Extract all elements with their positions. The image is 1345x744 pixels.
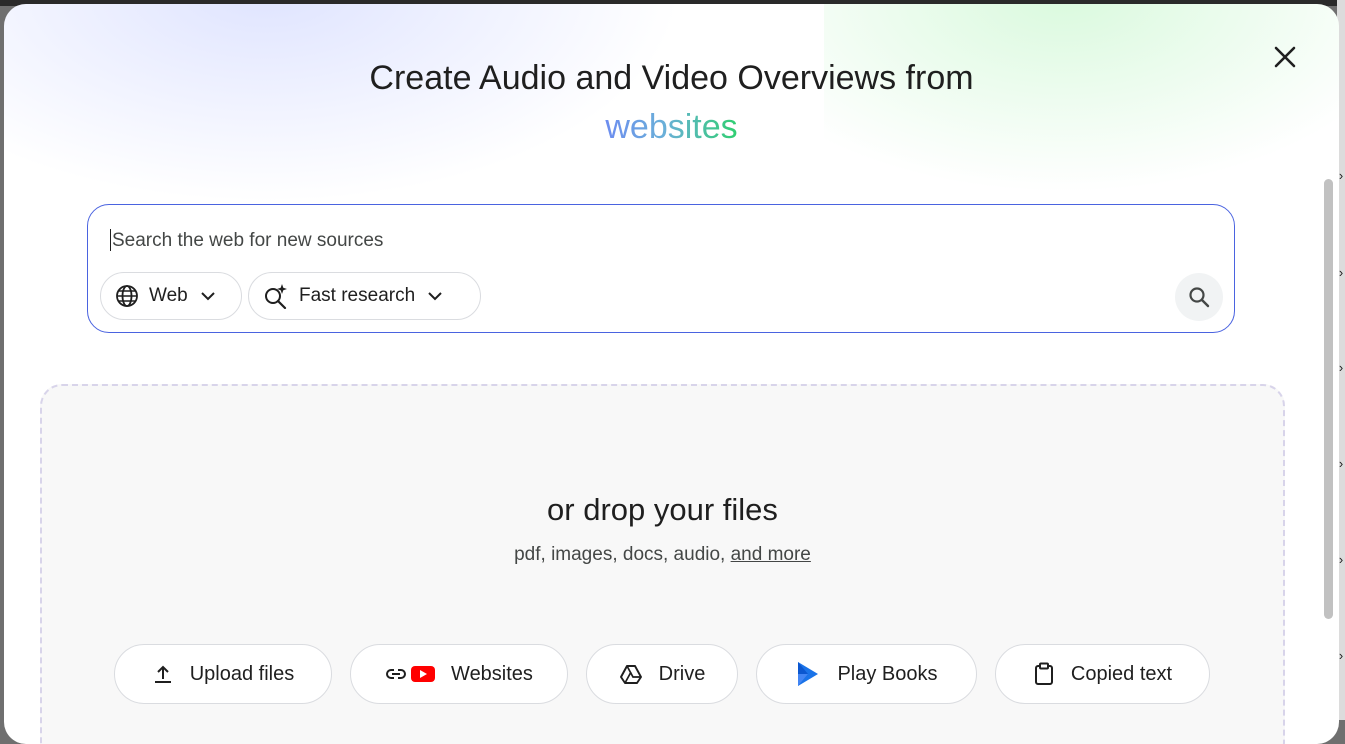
sparkle-search-icon [265, 284, 287, 309]
decorative-glow [4, 4, 684, 204]
copied-text-button[interactable]: Copied text [995, 644, 1210, 704]
upload-files-button[interactable]: Upload files [114, 644, 332, 704]
clipboard-icon [1033, 662, 1055, 686]
upload-files-label: Upload files [189, 662, 295, 685]
source-type-label: Web [149, 285, 188, 306]
drop-zone-subtitle: pdf, images, docs, audio, and more [42, 544, 1283, 566]
drop-zone-title: or drop your files [547, 492, 778, 527]
research-mode-label: Fast research [299, 285, 416, 306]
dialog-title: Create Audio and Video Overviews from [369, 59, 974, 97]
drive-label: Drive [658, 662, 706, 685]
link-youtube-icon [385, 663, 436, 685]
drive-icon [619, 663, 643, 685]
search-input[interactable] [110, 225, 1174, 257]
dialog-scrollbar[interactable] [1324, 179, 1333, 619]
play-books-label: Play Books [837, 662, 938, 685]
globe-icon [116, 285, 138, 307]
dialog-title-accent: websites [4, 107, 1339, 147]
play-books-icon [795, 660, 821, 688]
drive-button[interactable]: Drive [586, 644, 738, 704]
websites-label: Websites [451, 662, 533, 685]
upload-icon [152, 663, 174, 685]
research-mode-dropdown[interactable]: Fast research [248, 272, 481, 320]
add-sources-dialog: Create Audio and Video Overviews from we… [4, 4, 1339, 744]
text-caret [110, 229, 111, 251]
search-submit-button[interactable] [1175, 273, 1223, 321]
chevron-down-icon [425, 286, 445, 306]
web-search-box: Web Fast research [87, 204, 1235, 333]
and-more-link[interactable]: and more [731, 544, 811, 565]
copied-text-label: Copied text [1070, 662, 1173, 685]
source-type-dropdown[interactable]: Web [100, 272, 242, 320]
chevron-down-icon [198, 286, 218, 306]
play-books-button[interactable]: Play Books [756, 644, 977, 704]
file-types-text: pdf, images, docs, audio, [514, 544, 731, 565]
title-accent-text: websites [605, 108, 738, 146]
decorative-glow [824, 4, 1339, 194]
search-icon [1189, 287, 1210, 308]
websites-button[interactable]: Websites [350, 644, 568, 704]
